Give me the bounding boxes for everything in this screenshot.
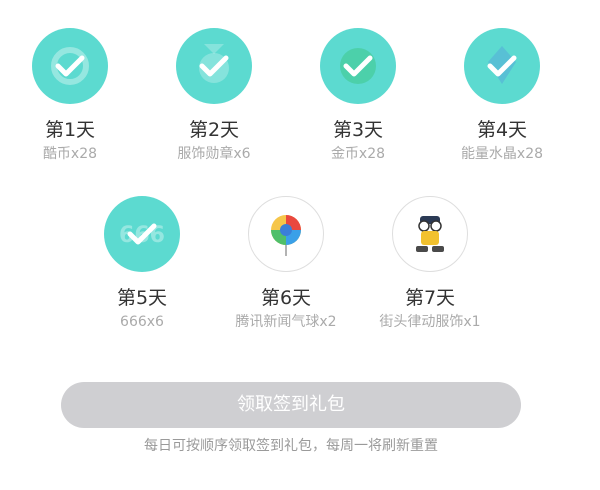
reward-text: 666x6 bbox=[120, 314, 164, 330]
day-label: 第3天 bbox=[332, 119, 384, 141]
balloon-icon bbox=[271, 215, 301, 256]
day-4-item: 第4天 能量水晶x28 bbox=[432, 28, 572, 164]
check-icon bbox=[343, 55, 373, 77]
day-2-item: 第2天 服饰勋章x6 bbox=[144, 28, 284, 164]
666-icon: 666 bbox=[104, 196, 180, 272]
day-label: 第6天 bbox=[260, 287, 312, 309]
medal-icon bbox=[176, 28, 252, 104]
energy-crystal-icon bbox=[464, 28, 540, 104]
day-label: 第7天 bbox=[404, 287, 456, 309]
day-6-item: 第6天 腾讯新闻气球x2 bbox=[216, 196, 356, 332]
tencent-news-balloon-icon bbox=[248, 196, 324, 272]
check-icon bbox=[55, 55, 85, 77]
day-label: 第4天 bbox=[476, 119, 528, 141]
day-7-item: 第7天 街头律动服饰x1 bbox=[360, 196, 500, 332]
reward-text: 服饰勋章x6 bbox=[177, 146, 251, 162]
outfit-icon bbox=[416, 216, 444, 252]
reward-text: 街头律动服饰x1 bbox=[379, 314, 481, 330]
day-label: 第1天 bbox=[44, 119, 96, 141]
gold-coin-icon bbox=[320, 28, 396, 104]
reward-text: 腾讯新闻气球x2 bbox=[235, 314, 337, 330]
day-1-item: 第1天 酷币x28 bbox=[0, 28, 140, 164]
reward-text: 能量水晶x28 bbox=[460, 146, 544, 162]
check-icon bbox=[199, 55, 229, 77]
reward-text: 金币x28 bbox=[330, 146, 386, 162]
coolcoin-icon bbox=[32, 28, 108, 104]
day-label: 第5天 bbox=[116, 287, 168, 309]
street-rhythm-outfit-icon bbox=[392, 196, 468, 272]
day-3-item: 第3天 金币x28 bbox=[288, 28, 428, 164]
claim-gift-button[interactable]: 领取签到礼包 bbox=[61, 382, 521, 428]
reset-note: 每日可按顺序领取签到礼包，每周一将刷新重置 bbox=[144, 438, 438, 454]
check-icon bbox=[127, 223, 157, 245]
day-5-item: 666 第5天 666x6 bbox=[72, 196, 212, 332]
reward-text: 酷币x28 bbox=[42, 146, 98, 162]
check-icon bbox=[487, 55, 517, 77]
day-label: 第2天 bbox=[188, 119, 240, 141]
